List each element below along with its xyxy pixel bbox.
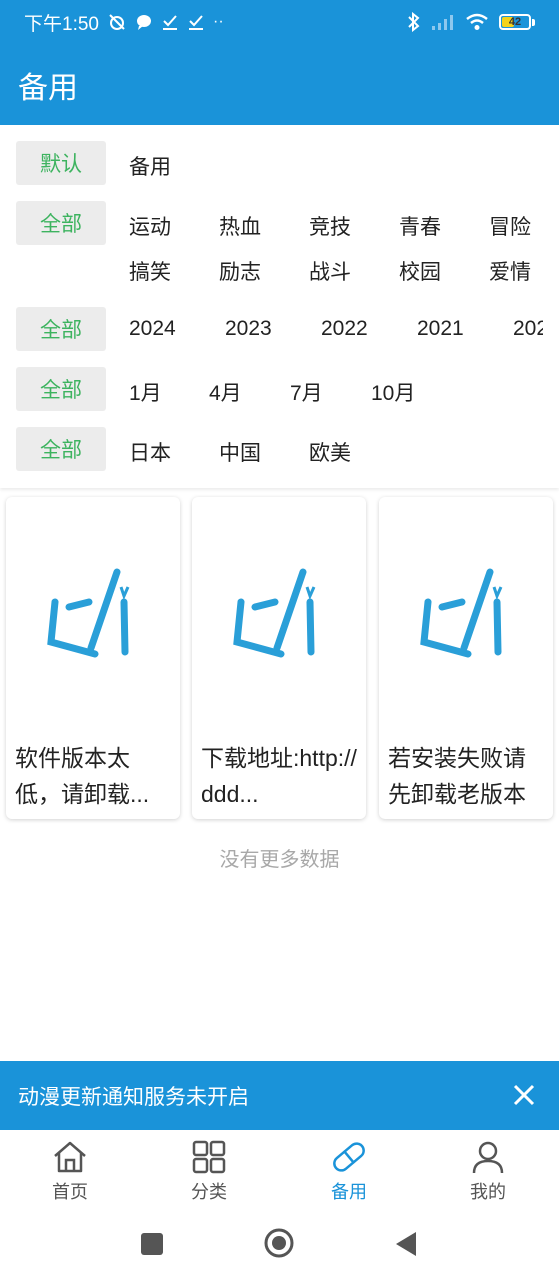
filter-option[interactable]: 202 bbox=[513, 317, 543, 341]
filter-tag-region[interactable]: 全部 bbox=[16, 427, 106, 471]
filter-option[interactable]: 运动 bbox=[129, 211, 171, 241]
filter-option[interactable]: 7月 bbox=[290, 377, 323, 407]
recent-apps-icon[interactable] bbox=[140, 1232, 164, 1256]
filter-option[interactable]: 4月 bbox=[209, 377, 242, 407]
grid-icon bbox=[192, 1140, 226, 1174]
app-logo-icon bbox=[233, 568, 316, 658]
app-logo-icon bbox=[47, 568, 130, 658]
nav-label: 分类 bbox=[191, 1182, 227, 1202]
anime-card[interactable]: 软件版本太低，请卸载... bbox=[6, 497, 180, 819]
back-icon[interactable] bbox=[394, 1230, 418, 1258]
battery-icon: 42 bbox=[499, 14, 535, 30]
battery-tip bbox=[532, 18, 535, 26]
person-icon bbox=[472, 1141, 504, 1174]
notification-text: 动漫更新通知服务未开启 bbox=[18, 1085, 249, 1109]
app-logo-icon bbox=[420, 568, 503, 658]
nav-item-home[interactable]: 首页 bbox=[10, 1130, 130, 1210]
filter-options-year: 2024 2023 2022 2021 202 bbox=[129, 307, 543, 351]
alarm-off-icon bbox=[109, 14, 125, 30]
filter-option[interactable]: 1月 bbox=[129, 377, 162, 407]
home-button-icon[interactable] bbox=[263, 1227, 295, 1259]
filter-option[interactable]: 励志 bbox=[219, 256, 261, 286]
card-placeholder-image bbox=[6, 497, 180, 727]
check-download-icon bbox=[162, 15, 177, 30]
filter-option[interactable]: 战斗 bbox=[309, 256, 351, 286]
filter-option[interactable]: 竞技 bbox=[309, 211, 351, 241]
filter-option[interactable]: 2024 bbox=[129, 317, 176, 341]
no-more-data-text: 没有更多数据 bbox=[219, 849, 340, 871]
nav-label: 首页 bbox=[52, 1182, 88, 1202]
anime-card[interactable]: 若安装失败请先卸载老版本 bbox=[379, 497, 553, 819]
filter-row-year: 全部 2024 2023 2022 2021 202 bbox=[0, 307, 559, 351]
app-bar: 备用 bbox=[0, 44, 559, 125]
filter-option[interactable]: 2021 bbox=[417, 317, 464, 341]
wifi-icon bbox=[466, 13, 488, 30]
chat-icon bbox=[136, 15, 151, 30]
filter-row-month: 全部 1月 4月 7月 10月 bbox=[0, 367, 559, 411]
filter-options-genre: 运动 热血 竞技 青春 冒险 搞笑 励志 战斗 校园 爱情 bbox=[129, 201, 543, 291]
filter-tag-source[interactable]: 默认 bbox=[16, 141, 106, 185]
status-bar: 下午1:50 ·· 42 bbox=[0, 0, 559, 44]
pill-icon bbox=[333, 1142, 365, 1172]
filter-option[interactable]: 青春 bbox=[399, 211, 441, 241]
nav-item-mine[interactable]: 我的 bbox=[428, 1130, 548, 1210]
filter-option[interactable]: 中国 bbox=[219, 437, 261, 467]
notification-banner[interactable]: 动漫更新通知服务未开启 bbox=[0, 1061, 559, 1130]
filter-option[interactable]: 10月 bbox=[371, 377, 415, 407]
nav-label: 我的 bbox=[470, 1182, 506, 1202]
page-title: 备用 bbox=[18, 71, 78, 105]
filter-tag-month[interactable]: 全部 bbox=[16, 367, 106, 411]
status-left: 下午1:50 ·· bbox=[24, 9, 224, 36]
filter-options-source: 备用 bbox=[129, 141, 543, 185]
filter-options-month: 1月 4月 7月 10月 bbox=[129, 367, 543, 411]
nav-item-backup[interactable]: 备用 bbox=[289, 1130, 409, 1210]
filter-option[interactable]: 搞笑 bbox=[129, 256, 171, 286]
card-title: 下载地址:http://ddd... bbox=[201, 745, 357, 807]
filter-option[interactable]: 日本 bbox=[129, 437, 171, 467]
battery-body: 42 bbox=[499, 14, 531, 30]
card-title: 若安装失败请先卸载老版本 bbox=[388, 745, 526, 807]
filter-option[interactable]: 欧美 bbox=[309, 437, 351, 467]
filter-option[interactable]: 备用 bbox=[129, 151, 171, 181]
system-nav-bar bbox=[0, 1210, 559, 1280]
battery-level: 42 bbox=[508, 16, 522, 28]
status-time: 下午1:50 bbox=[24, 13, 99, 35]
filter-tag-genre[interactable]: 全部 bbox=[16, 201, 106, 245]
filter-option[interactable]: 热血 bbox=[219, 211, 261, 241]
filter-row-region: 全部 日本 中国 欧美 bbox=[0, 427, 559, 471]
filter-row-source: 默认 备用 bbox=[0, 141, 559, 185]
filter-option[interactable]: 校园 bbox=[399, 256, 441, 286]
home-icon bbox=[54, 1141, 86, 1173]
filter-options-region: 日本 中国 欧美 bbox=[129, 427, 543, 471]
anime-card[interactable]: 下载地址:http://ddd... bbox=[192, 497, 366, 819]
status-right: 42 bbox=[407, 12, 535, 32]
bottom-nav: 首页 分类 备用 我的 bbox=[0, 1130, 559, 1210]
filter-option[interactable]: 2023 bbox=[225, 317, 272, 341]
close-icon[interactable] bbox=[511, 1082, 537, 1108]
more-dots-icon: ·· bbox=[212, 13, 224, 30]
card-placeholder-image bbox=[379, 497, 553, 727]
bluetooth-icon bbox=[408, 12, 420, 32]
check-download-icon bbox=[188, 15, 203, 30]
filter-panel: 默认 备用 全部 运动 热血 竞技 青春 冒险 搞笑 励志 战斗 校园 爱情 全… bbox=[0, 125, 559, 488]
filter-option[interactable]: 爱情 bbox=[489, 256, 531, 286]
nav-label: 备用 bbox=[331, 1182, 367, 1202]
card-placeholder-image bbox=[192, 497, 366, 727]
filter-row-genre: 全部 运动 热血 竞技 青春 冒险 搞笑 励志 战斗 校园 爱情 bbox=[0, 201, 559, 291]
signal-icon bbox=[432, 15, 453, 30]
nav-item-category[interactable]: 分类 bbox=[149, 1130, 269, 1210]
card-title: 软件版本太低，请卸载... bbox=[15, 745, 150, 807]
filter-option[interactable]: 冒险 bbox=[489, 211, 531, 241]
filter-tag-year[interactable]: 全部 bbox=[16, 307, 106, 351]
filter-option[interactable]: 2022 bbox=[321, 317, 368, 341]
